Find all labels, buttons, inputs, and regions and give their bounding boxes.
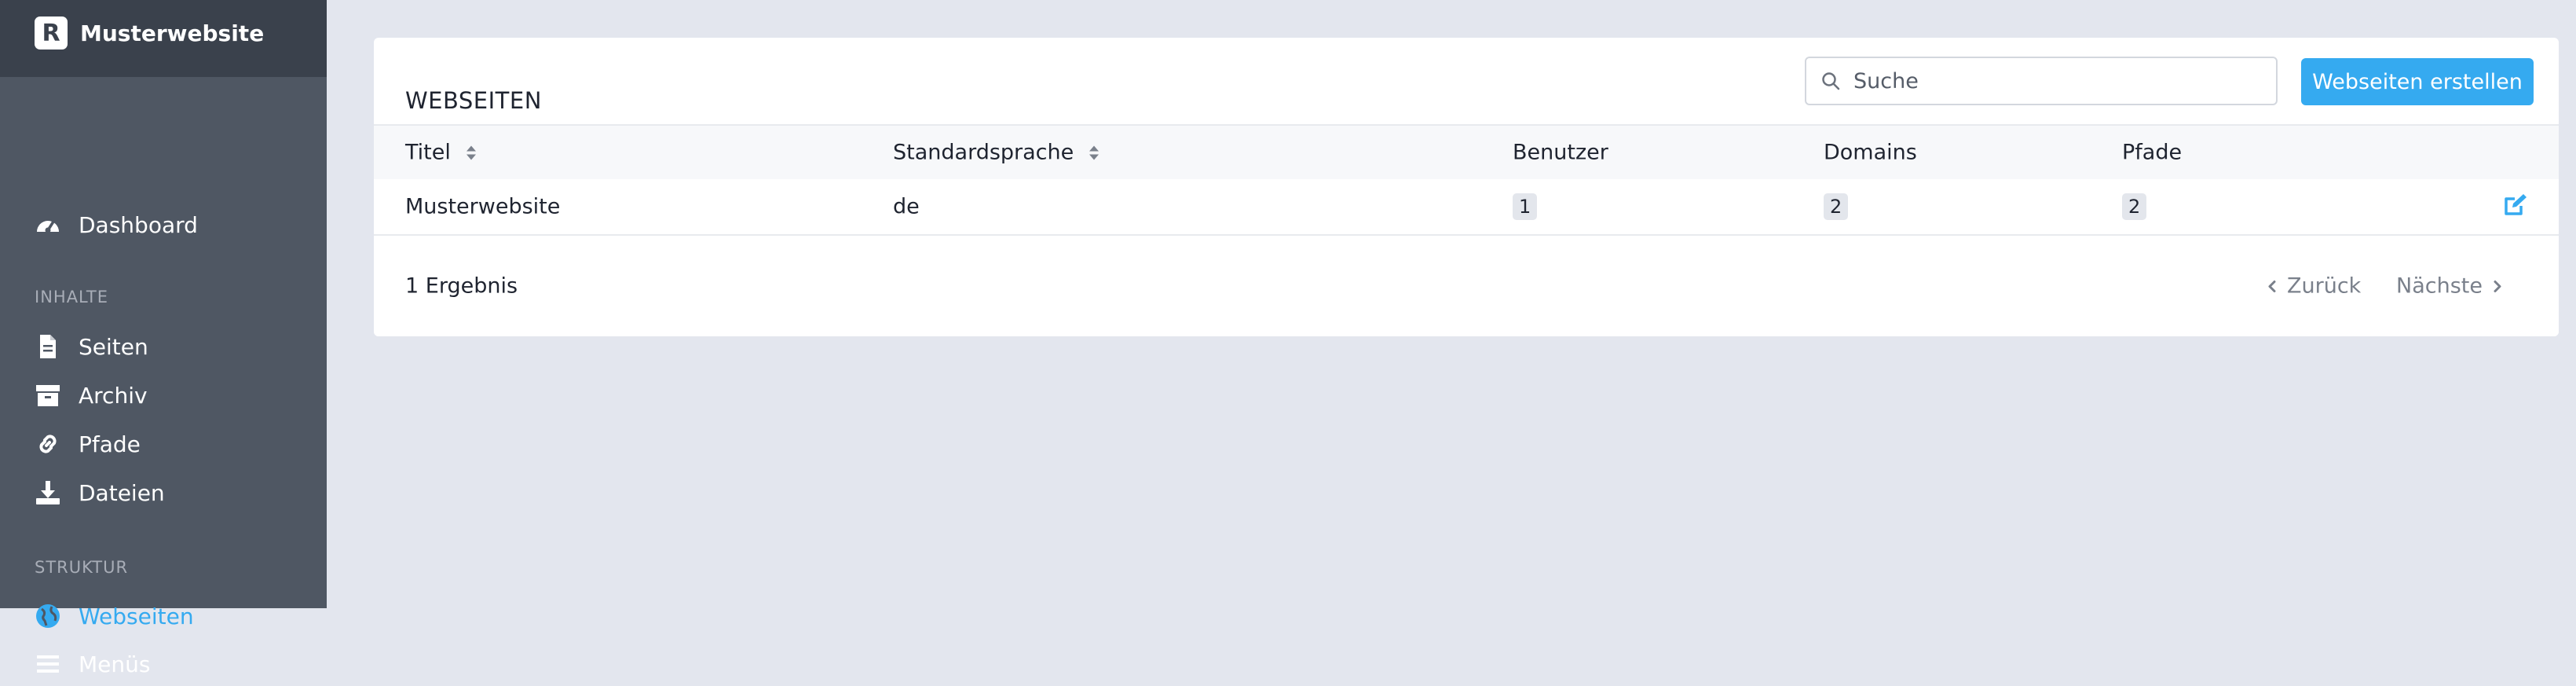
section-label-struktur: STRUKTUR [35, 558, 129, 577]
cell-title: Musterwebsite [405, 194, 561, 219]
sidebar-item-label: Dateien [79, 479, 165, 506]
search-icon [1819, 69, 1842, 93]
cell-users: 1 [1513, 193, 1538, 220]
count-badge: 1 [1513, 193, 1538, 220]
sidebar-item-webseiten[interactable]: Webseiten [35, 594, 194, 638]
search-input[interactable] [1852, 68, 2263, 94]
sidebar-item-pfade[interactable]: Pfade [35, 422, 141, 466]
column-header-standardsprache[interactable]: Standardsprache [893, 141, 1100, 165]
table-footer: 1 Ergebnis Zurück Nächste [374, 236, 2559, 336]
previous-page-button[interactable]: Zurück [2267, 274, 2361, 299]
column-header-label: Standardsprache [893, 140, 1074, 165]
previous-label: Zurück [2287, 273, 2362, 299]
sidebar-header: R Musterwebsite [0, 0, 327, 77]
sort-icon[interactable] [465, 142, 478, 163]
globe-icon [35, 603, 61, 629]
sidebar-item-label: Archiv [79, 382, 148, 409]
bars-icon [35, 651, 61, 677]
table-header: Titel Standardsprache Benutzer Domains P… [374, 124, 2559, 179]
cell-paths: 2 [2122, 193, 2147, 220]
column-header-titel[interactable]: Titel [405, 141, 478, 165]
file-icon [35, 333, 61, 360]
sort-icon[interactable] [1088, 142, 1100, 163]
chevron-left-icon [2267, 277, 2278, 295]
sidebar-item-label: Menüs [79, 651, 151, 677]
link-icon [35, 431, 61, 457]
page-title: WEBSEITEN [405, 87, 542, 114]
chevron-right-icon [2492, 277, 2503, 295]
column-header-label: Titel [405, 140, 451, 165]
next-page-button[interactable]: Nächste [2396, 274, 2503, 299]
column-header-domains: Domains [1824, 140, 1917, 165]
archive-icon [35, 382, 61, 409]
column-header-pfade: Pfade [2122, 140, 2183, 165]
section-label-inhalte: INHALTE [35, 288, 108, 306]
sidebar-item-label: Dashboard [79, 211, 198, 238]
websites-card: WEBSEITEN Webseiten erstellen Titel Stan… [374, 38, 2559, 336]
app-logo[interactable]: R [35, 17, 68, 50]
sidebar-item-label: Webseiten [79, 603, 194, 629]
search-box[interactable] [1805, 57, 2278, 105]
result-count: 1 Ergebnis [405, 273, 518, 299]
sidebar-item-archiv[interactable]: Archiv [35, 373, 148, 417]
table-row[interactable]: Musterwebsite de 1 2 2 [374, 179, 2559, 236]
sidebar-item-seiten[interactable]: Seiten [35, 325, 148, 369]
cell-language: de [893, 194, 920, 219]
count-badge: 2 [1824, 193, 1849, 220]
next-label: Nächste [2396, 273, 2483, 299]
sidebar: R Musterwebsite Dashboard INHALTE Seiten… [0, 0, 327, 677]
column-header-benutzer: Benutzer [1513, 140, 1608, 165]
create-website-button[interactable]: Webseiten erstellen [2301, 58, 2534, 105]
sidebar-item-dashboard[interactable]: Dashboard [35, 203, 198, 247]
app-title[interactable]: Musterwebsite [80, 20, 264, 46]
count-badge: 2 [2122, 193, 2147, 220]
sidebar-item-label: Seiten [79, 333, 148, 360]
sidebar-item-menus[interactable]: Menüs [35, 642, 150, 686]
edit-icon[interactable] [2502, 193, 2529, 221]
dashboard-gauge-icon [35, 211, 61, 238]
download-icon [35, 479, 61, 506]
sidebar-item-label: Pfade [79, 431, 141, 457]
sidebar-item-dateien[interactable]: Dateien [35, 471, 165, 515]
cell-domains: 2 [1824, 193, 1849, 220]
